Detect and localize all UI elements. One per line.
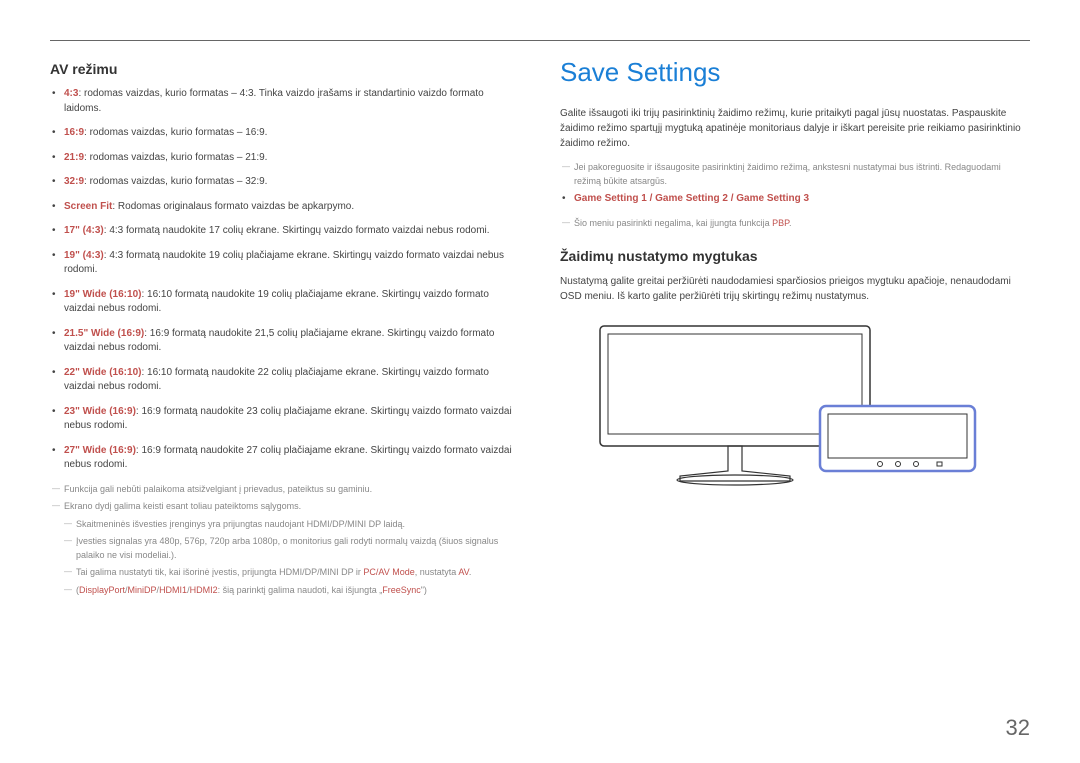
- two-column-layout: AV režimu 4:3: rodomas vaizdas, kurio fo…: [50, 61, 1030, 601]
- footnote-sub: Skaitmeninės išvesties įrenginys yra pri…: [64, 518, 520, 532]
- footnote-sub-paren: (DisplayPort/MiniDP/HDMI1/HDMI2: šią par…: [64, 584, 520, 598]
- save-settings-note: Jei pakoreguosite ir išsaugosite pasirin…: [562, 161, 1030, 188]
- list-item: 17" (4:3): 4:3 formatą naudokite 17 coli…: [64, 224, 520, 239]
- save-settings-description: Galite išsaugoti iki trijų pasirinktinių…: [560, 106, 1030, 151]
- pbp-note: Šio meniu pasirinkti negalima, kai įjung…: [562, 217, 1030, 231]
- list-item: Screen Fit: Rodomas originalaus formato …: [64, 200, 520, 215]
- page-number: 32: [1006, 715, 1030, 741]
- game-button-description: Nustatymą galite greitai peržiūrėti naud…: [560, 274, 1030, 304]
- save-settings-heading: Save Settings: [560, 57, 1030, 88]
- list-item: 32:9: rodomas vaizdas, kurio formatas – …: [64, 175, 520, 190]
- game-setting-list: Game Setting 1 / Game Setting 2 / Game S…: [574, 192, 1030, 207]
- av-mode-heading: AV režimu: [50, 61, 520, 77]
- list-item: Game Setting 1 / Game Setting 2 / Game S…: [574, 192, 1030, 207]
- list-item: 19" (4:3): 4:3 formatą naudokite 19 coli…: [64, 249, 520, 278]
- footnote: Funkcija gali nebūti palaikoma atsižvelg…: [52, 483, 520, 497]
- list-item: 4:3: rodomas vaizdas, kurio formatas – 4…: [64, 87, 520, 116]
- left-column: AV režimu 4:3: rodomas vaizdas, kurio fo…: [50, 61, 520, 601]
- footnote-sub: Įvesties signalas yra 480p, 576p, 720p a…: [64, 535, 520, 562]
- right-column: Save Settings Galite išsaugoti iki trijų…: [560, 61, 1030, 601]
- game-button-heading: Žaidimų nustatymo mygtukas: [560, 248, 1030, 264]
- format-list: 4:3: rodomas vaizdas, kurio formatas – 4…: [64, 87, 520, 473]
- monitor-illustration: [560, 316, 1030, 501]
- list-item: 22" Wide (16:10): 16:10 formatą naudokit…: [64, 366, 520, 395]
- list-item: 16:9: rodomas vaizdas, kurio formatas – …: [64, 126, 520, 141]
- list-item: 21:9: rodomas vaizdas, kurio formatas – …: [64, 151, 520, 166]
- top-rule: [50, 40, 1030, 41]
- list-item: 27" Wide (16:9): 16:9 formatą naudokite …: [64, 444, 520, 473]
- list-item: 21.5" Wide (16:9): 16:9 formatą naudokit…: [64, 327, 520, 356]
- footnote-sub: Tai galima nustatyti tik, kai išorinė įv…: [64, 566, 520, 580]
- list-item: 23" Wide (16:9): 16:9 formatą naudokite …: [64, 405, 520, 434]
- footnote: Ekrano dydį galima keisti esant toliau p…: [52, 500, 520, 514]
- list-item: 19" Wide (16:10): 16:10 formatą naudokit…: [64, 288, 520, 317]
